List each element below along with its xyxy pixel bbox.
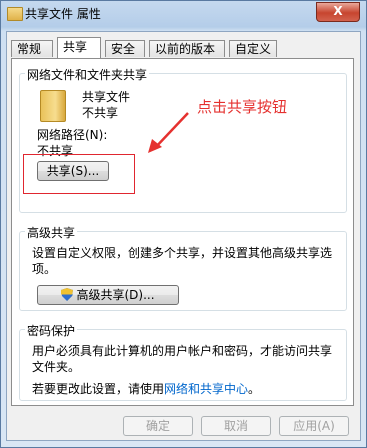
network-sharing-center-link[interactable]: 网络和共享中心: [164, 382, 248, 396]
advanced-sharing-button[interactable]: 高级共享(D)...: [37, 285, 179, 305]
annotation-text: 点击共享按钮: [197, 98, 288, 116]
advanced-sharing-description-line1: 设置自定义权限，创建多个共享，并设置其他高级共享选: [32, 246, 333, 260]
annotation-arrow-icon: [148, 112, 189, 153]
properties-window: 共享文件 属性 X 常规 共享 安全 以前的版本 自定义 网络文件和文件夹共享 …: [0, 0, 367, 448]
shared-folder-icon: [40, 90, 66, 122]
advanced-sharing-button-label: 高级共享(D)...: [76, 288, 155, 302]
folder-name: 共享文件: [82, 90, 131, 104]
change-setting-text: 若要更改此设置，请使用网络和共享中心。: [32, 380, 260, 397]
password-description-line2: 文件夹。: [32, 360, 81, 374]
password-protection-title: 密码保护: [25, 322, 78, 339]
folder-icon: [7, 7, 23, 21]
apply-button[interactable]: 应用(A): [279, 416, 349, 436]
uac-shield-icon: [61, 288, 74, 301]
advanced-sharing-title: 高级共享: [25, 224, 78, 241]
share-status: 不共享: [82, 106, 119, 120]
change-setting-prefix: 若要更改此设置，请使用: [32, 382, 165, 396]
dialog-body: 常规 共享 安全 以前的版本 自定义 网络文件和文件夹共享 共享文件 不共享 网…: [6, 31, 361, 441]
advanced-sharing-description-line2: 项。: [32, 262, 57, 276]
tab-sharing[interactable]: 共享: [57, 37, 101, 58]
window-title: 共享文件 属性: [25, 7, 101, 21]
tab-security[interactable]: 安全: [105, 40, 145, 57]
title-bar[interactable]: 共享文件 属性 X: [1, 1, 366, 29]
network-path-label: 网络路径(N):: [37, 128, 108, 142]
advanced-sharing-group: 高级共享 设置自定义权限，创建多个共享，并设置其他高级共享选 项。 高级共享(D…: [19, 224, 347, 311]
tab-previous-versions[interactable]: 以前的版本: [149, 40, 225, 57]
change-setting-suffix: 。: [248, 382, 261, 396]
ok-button[interactable]: 确定: [123, 416, 193, 436]
tab-customize[interactable]: 自定义: [229, 40, 277, 57]
password-protection-group: 密码保护 用户必须具有此计算机的用户帐户和密码，才能访问共享 文件夹。 若要更改…: [19, 322, 347, 401]
password-description-line1: 用户必须具有此计算机的用户帐户和密码，才能访问共享: [32, 344, 333, 358]
cancel-button[interactable]: 取消: [201, 416, 271, 436]
network-sharing-title: 网络文件和文件夹共享: [25, 66, 150, 83]
annotation-highlight-box: [23, 154, 135, 194]
tab-general[interactable]: 常规: [11, 40, 53, 57]
close-button[interactable]: X: [316, 2, 360, 22]
